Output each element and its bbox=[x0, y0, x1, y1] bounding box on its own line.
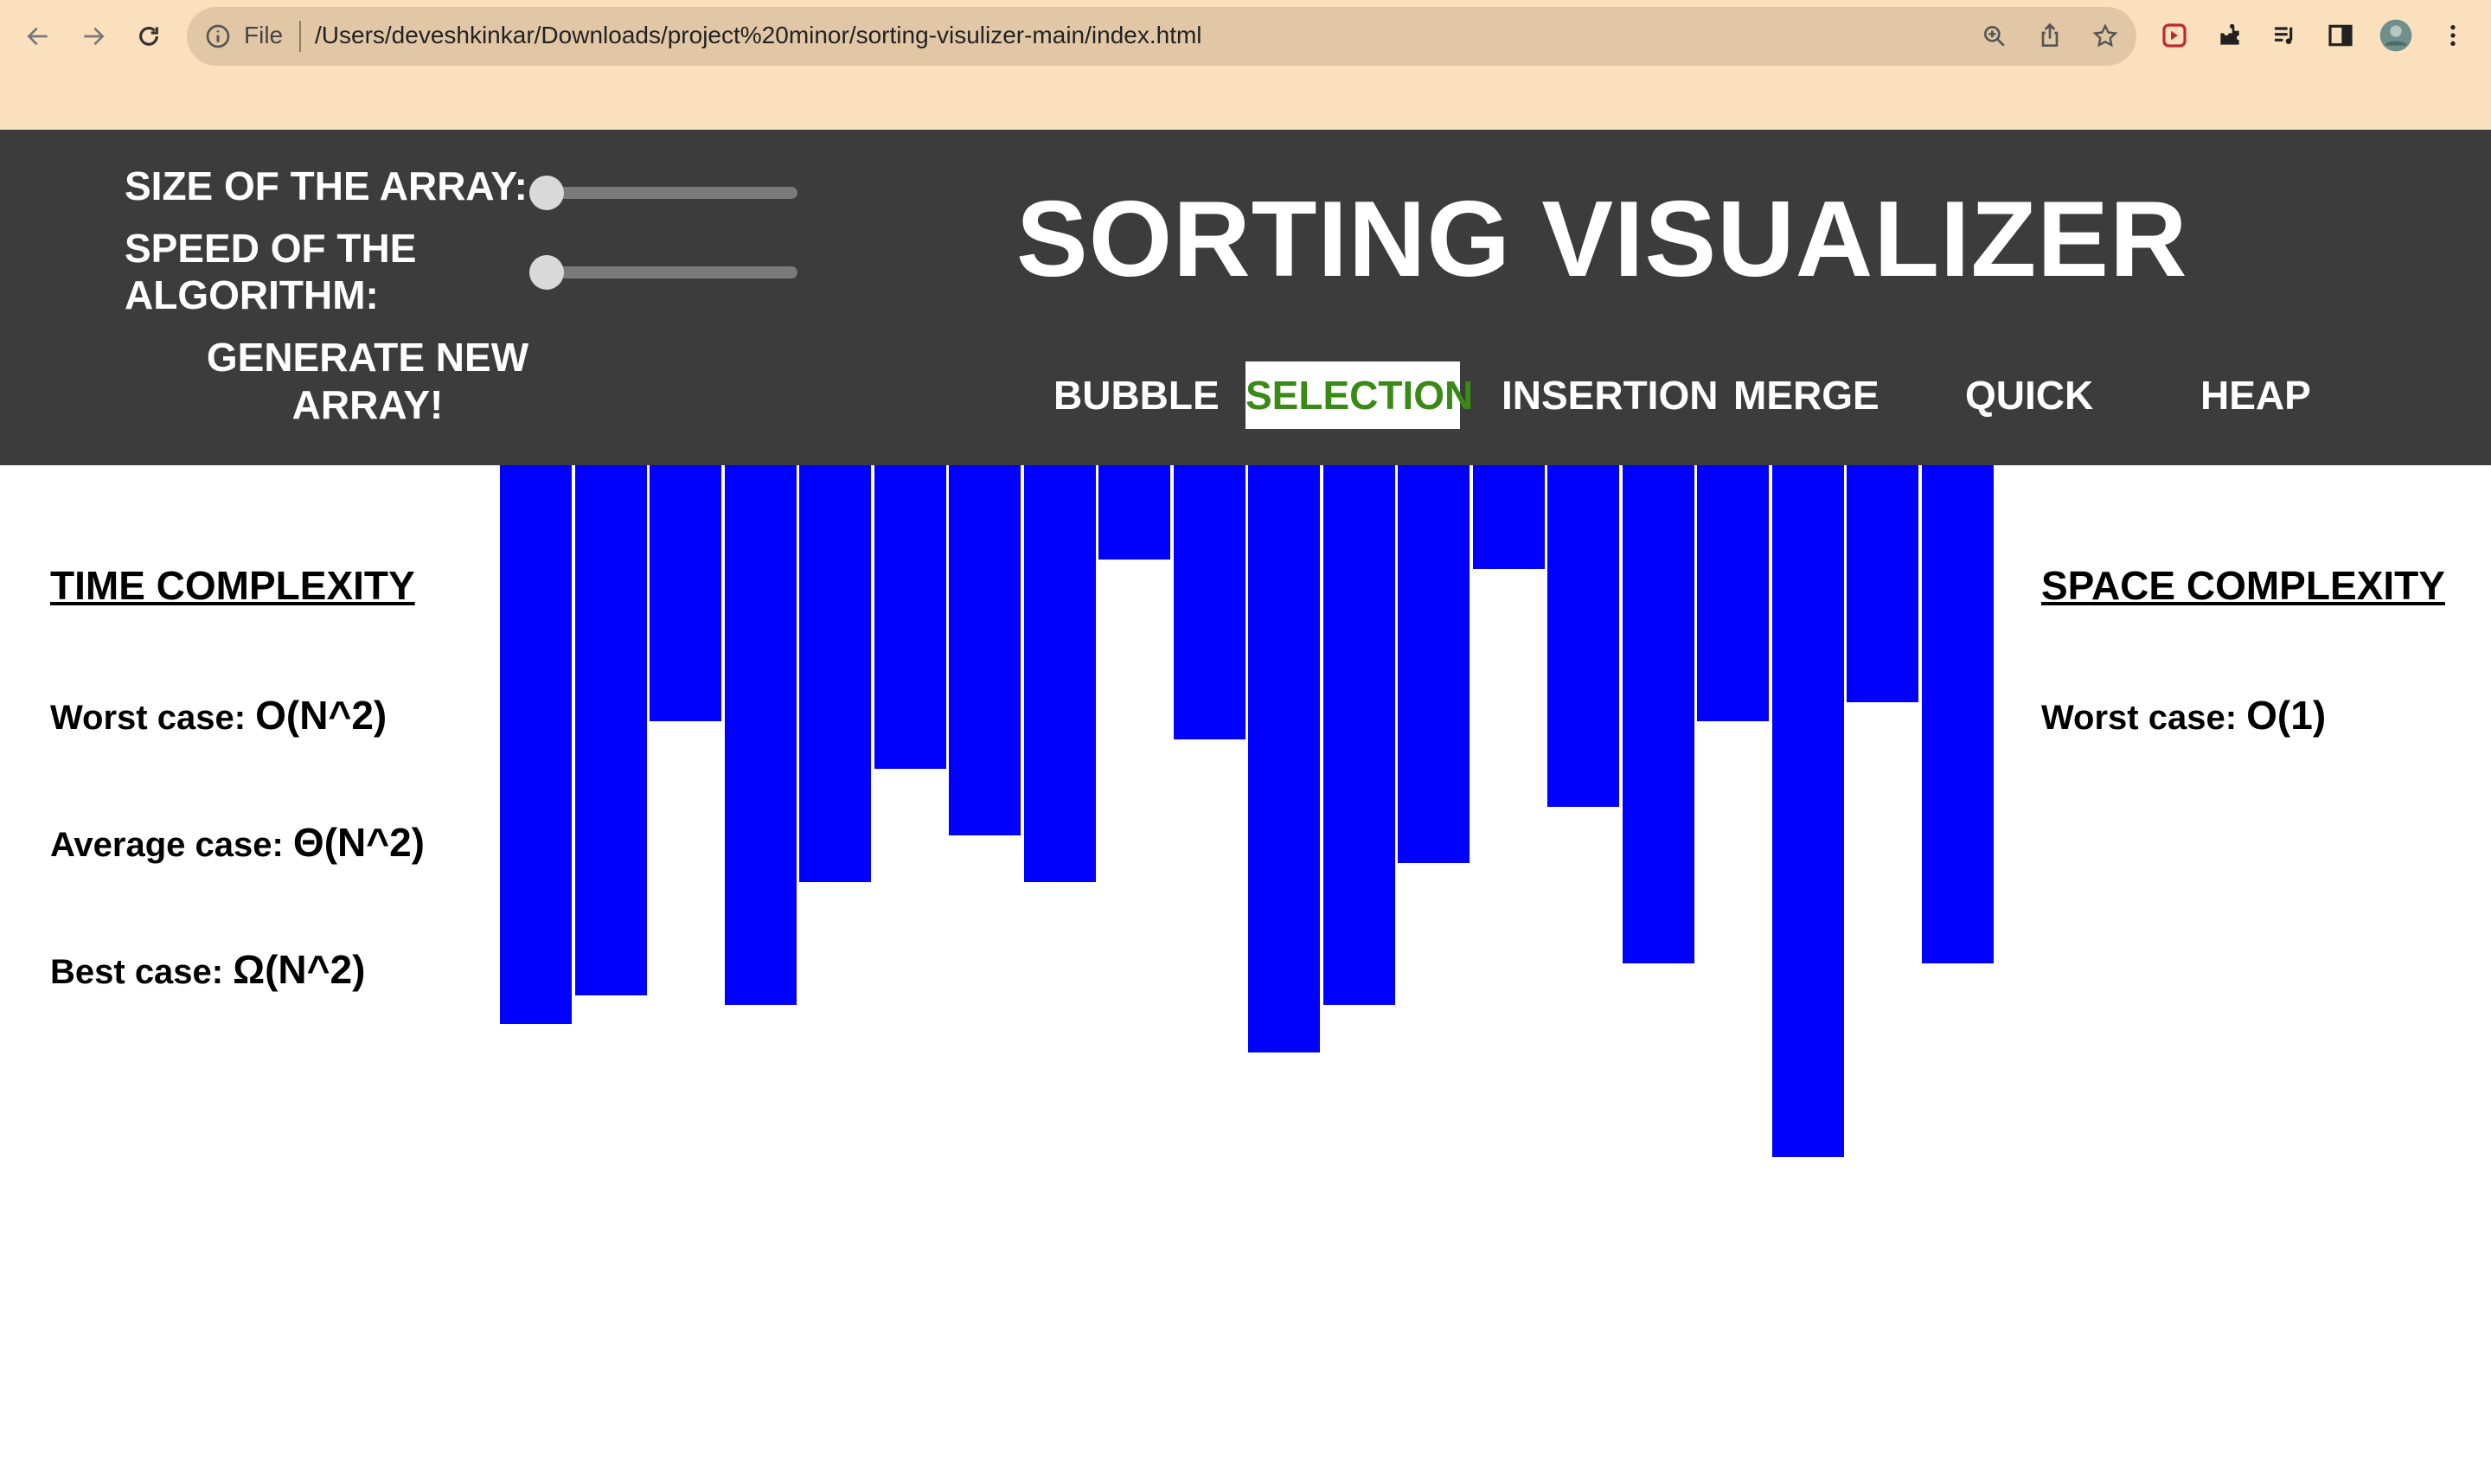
speed-slider-thumb[interactable] bbox=[529, 255, 564, 290]
array-bar bbox=[574, 465, 647, 995]
address-bar[interactable]: File /Users/deveshkinkar/Downloads/proje… bbox=[187, 7, 2136, 66]
array-bar bbox=[1771, 465, 1844, 1157]
generate-label-line1: GENERATE NEW bbox=[206, 335, 529, 380]
array-bar bbox=[1098, 465, 1170, 560]
zoom-icon[interactable] bbox=[1981, 22, 2008, 50]
info-icon[interactable] bbox=[204, 22, 232, 50]
time-complexity-heading: TIME COMPLEXITY bbox=[50, 563, 415, 608]
time-best-label: Best case: bbox=[50, 953, 234, 991]
address-separator bbox=[299, 21, 301, 52]
algo-button-insertion[interactable]: INSERTION bbox=[1502, 361, 1718, 429]
forward-icon[interactable] bbox=[73, 16, 114, 57]
time-worst-value: O(N^2) bbox=[255, 693, 387, 738]
menu-kebab-icon[interactable] bbox=[2436, 18, 2470, 53]
space-complexity-heading: SPACE COMPLEXITY bbox=[2041, 563, 2445, 608]
algo-button-merge[interactable]: MERGE bbox=[1733, 361, 1879, 429]
extension-record-icon[interactable] bbox=[2157, 18, 2192, 53]
array-bar bbox=[949, 465, 1021, 835]
array-bar bbox=[1547, 465, 1619, 807]
array-bar bbox=[1472, 465, 1545, 569]
algo-button-bubble[interactable]: BUBBLE bbox=[1053, 361, 1220, 429]
url-text[interactable]: /Users/deveshkinkar/Downloads/project%20… bbox=[315, 22, 1202, 49]
file-label: File bbox=[244, 22, 284, 48]
browser-toolbar: File /Users/deveshkinkar/Downloads/proje… bbox=[0, 0, 2491, 131]
time-worst-label: Worst case: bbox=[50, 699, 256, 737]
app-header: SIZE OF THE ARRAY: SPEED OF THE ALGORITH… bbox=[0, 130, 2491, 465]
bookmark-star-icon[interactable] bbox=[2091, 22, 2119, 50]
array-bar bbox=[1697, 465, 1769, 721]
array-bar bbox=[1023, 465, 1096, 882]
array-bar bbox=[500, 465, 572, 1024]
generate-array-button[interactable]: GENERATE NEW ARRAY! bbox=[182, 334, 554, 429]
size-slider-thumb[interactable] bbox=[529, 176, 564, 210]
algo-button-quick[interactable]: QUICK bbox=[1965, 361, 2093, 429]
array-bar bbox=[1248, 465, 1320, 1052]
array-bar bbox=[650, 465, 721, 721]
array-bar bbox=[799, 465, 871, 882]
reload-icon[interactable] bbox=[128, 16, 170, 57]
speed-label-line2: ALGORITHM: bbox=[125, 272, 379, 317]
page-title: SORTING VISUALIZER bbox=[1016, 180, 2188, 299]
time-average-case: Average case: Θ(N^2) bbox=[50, 819, 425, 866]
extensions-puzzle-icon[interactable] bbox=[2212, 18, 2247, 53]
algo-button-selection[interactable]: SELECTION bbox=[1246, 361, 1473, 429]
size-slider-track[interactable] bbox=[529, 187, 797, 199]
array-bar bbox=[724, 465, 797, 1005]
generate-label-line2: ARRAY! bbox=[291, 382, 444, 427]
time-best-case: Best case: Ω(N^2) bbox=[50, 946, 365, 993]
size-label: SIZE OF THE ARRAY: bbox=[125, 163, 528, 208]
speed-label-line1: SPEED OF THE bbox=[125, 226, 417, 271]
array-bar bbox=[1622, 465, 1694, 963]
side-panel-icon[interactable] bbox=[2323, 18, 2358, 53]
profile-avatar-icon[interactable] bbox=[2379, 18, 2413, 53]
time-best-value: Ω(N^2) bbox=[233, 947, 366, 992]
array-bar bbox=[1322, 465, 1395, 1005]
speed-slider-track[interactable] bbox=[529, 266, 797, 278]
array-bar bbox=[874, 465, 946, 769]
array-bar bbox=[1398, 465, 1470, 863]
array-bar bbox=[1847, 465, 1918, 702]
algo-button-heap[interactable]: HEAP bbox=[2200, 361, 2311, 429]
time-worst-case: Worst case: O(N^2) bbox=[50, 692, 387, 739]
share-icon[interactable] bbox=[2036, 22, 2064, 50]
time-average-value: Θ(N^2) bbox=[292, 820, 426, 865]
space-worst-label: Worst case: bbox=[2041, 699, 2247, 737]
time-average-label: Average case: bbox=[50, 826, 293, 864]
array-bar bbox=[1173, 465, 1246, 739]
space-worst-value: O(1) bbox=[2246, 693, 2327, 738]
space-worst-case: Worst case: O(1) bbox=[2041, 692, 2326, 739]
media-queue-icon[interactable] bbox=[2268, 18, 2302, 53]
array-bar bbox=[1921, 465, 1994, 963]
back-icon[interactable] bbox=[17, 16, 59, 57]
